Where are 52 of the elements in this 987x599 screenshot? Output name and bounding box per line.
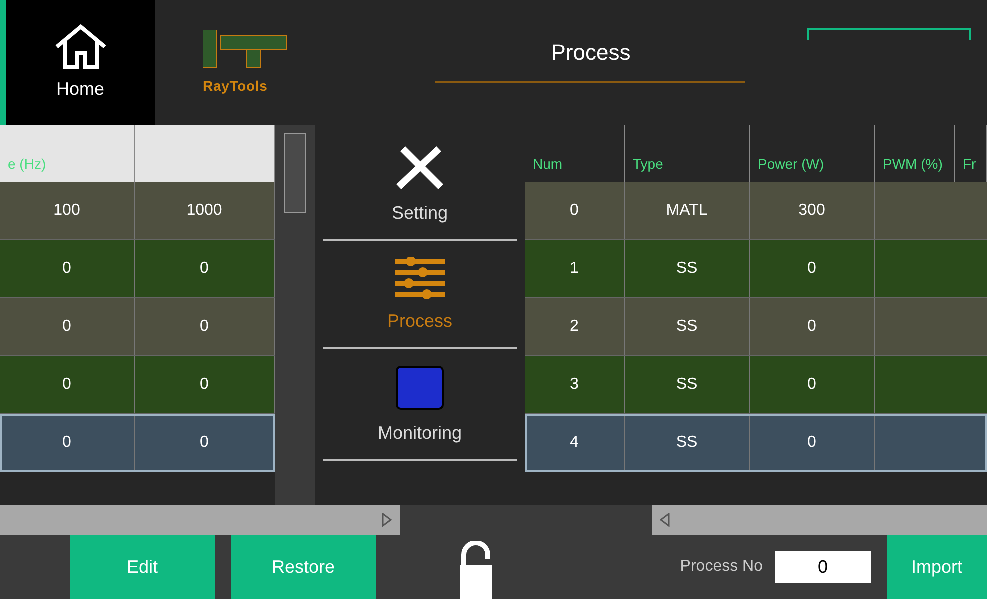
table-row[interactable]: 100 1000: [0, 182, 275, 240]
table-cell: 0: [750, 356, 875, 413]
scroll-left-icon: [660, 513, 670, 527]
table-cell: 300: [750, 182, 875, 239]
table-row[interactable]: 4 SS 0: [525, 414, 987, 472]
table-row[interactable]: 1 SS 0: [525, 240, 987, 298]
horizontal-scrollbar[interactable]: [652, 505, 987, 535]
column-header: PWM (%): [883, 155, 943, 174]
process-no-label: Process No: [680, 557, 763, 577]
table-cell: 0: [525, 182, 625, 239]
column-header: Power (W): [758, 155, 824, 174]
scrollbar-thumb[interactable]: [284, 133, 306, 213]
table-row[interactable]: 0 0: [0, 240, 275, 298]
table-row[interactable]: 0 MATL 300: [525, 182, 987, 240]
monitor-icon: [395, 365, 445, 411]
process-no-field[interactable]: 0: [775, 551, 871, 583]
table-cell: 100: [0, 182, 135, 239]
window-title: Process: [551, 39, 631, 67]
table-cell: 0: [0, 240, 135, 297]
table-cell: 2: [525, 298, 625, 355]
table-cell: SS: [625, 240, 750, 297]
table-cell: SS: [625, 298, 750, 355]
menu-item[interactable]: Monitoring: [323, 353, 517, 461]
sliders-icon: [395, 257, 445, 299]
table-cell: 0: [750, 240, 875, 297]
scroll-right-icon: [382, 513, 392, 527]
menu-item[interactable]: Setting: [323, 133, 517, 241]
menu-item[interactable]: Process: [323, 245, 517, 349]
column-header: Type: [633, 155, 664, 174]
table-cell: 0: [0, 298, 135, 355]
home-button[interactable]: Home: [0, 0, 155, 125]
table-row[interactable]: 3 SS 0: [525, 356, 987, 414]
table-cell: SS: [625, 356, 750, 413]
table-row[interactable]: 0 0: [0, 414, 275, 472]
table-cell: MATL: [625, 182, 750, 239]
column-header: Fr: [963, 155, 976, 174]
table-cell: 0: [0, 414, 135, 471]
table-row[interactable]: 0 0: [0, 298, 275, 356]
table-row[interactable]: 2 SS 0: [525, 298, 987, 356]
table-cell: 0: [0, 356, 135, 413]
table-cell: SS: [625, 414, 750, 471]
table-cell: 1: [525, 240, 625, 297]
logo-icon: [203, 30, 287, 68]
column-header: e (Hz): [8, 155, 46, 174]
table-cell: 0: [750, 298, 875, 355]
table-cell: 4: [525, 414, 625, 471]
logo-text: RayTools: [203, 76, 268, 96]
column-header: Num: [533, 155, 563, 174]
table-cell: 0: [750, 414, 875, 471]
table-cell: 3: [525, 356, 625, 413]
table-row[interactable]: 0 0: [0, 356, 275, 414]
horizontal-scrollbar[interactable]: [0, 505, 400, 535]
